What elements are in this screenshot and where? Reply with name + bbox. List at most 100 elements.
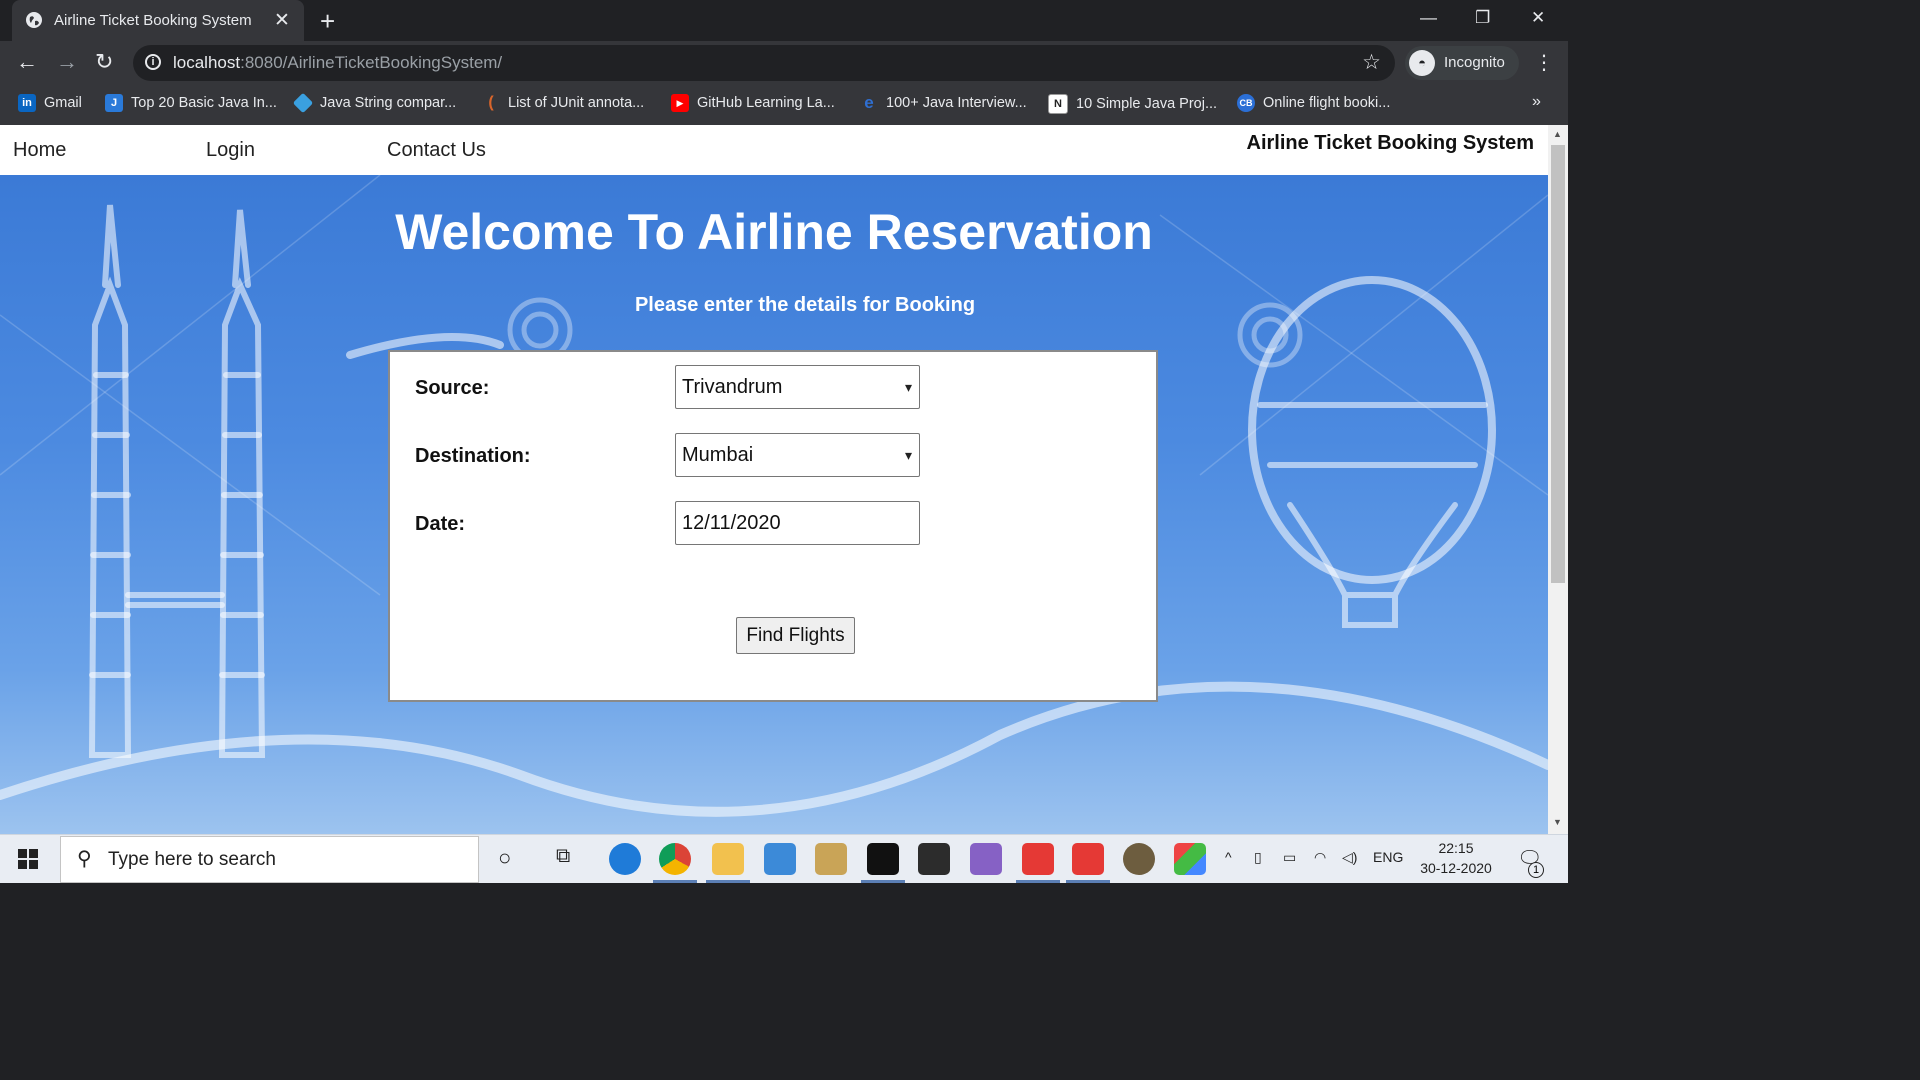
url-host: localhost [173,53,241,72]
language-indicator[interactable]: ENG [1373,849,1403,865]
scroll-up-icon[interactable]: ▲ [1553,129,1562,139]
site-brand: Airline Ticket Booking System [1246,132,1535,154]
source-value: Trivandrum [682,376,783,398]
source-label: Source: [415,377,490,399]
date-label: Date: [415,513,466,535]
url-path: :8080/AirlineTicketBookingSystem/ [240,53,503,72]
feather-icon: ( [488,94,494,111]
incognito-profile-button[interactable]: ◓ Incognito [1405,46,1519,80]
cb-icon: CB [1237,94,1255,112]
forward-arrow-icon[interactable]: → [56,51,78,73]
notification-count: 1 [1528,862,1544,878]
page-scrollbar[interactable]: ▲ ▼ [1548,125,1568,834]
bookmark-label: 100+ Java Interview... [886,95,1027,111]
destination-label: Destination: [415,445,531,467]
bookmark-item[interactable]: J Top 20 Basic Java In... [105,94,277,112]
destination-select[interactable]: Mumbai ▾ [675,433,920,477]
windows-start-icon[interactable] [18,849,38,869]
nav-contact-link[interactable]: Contact Us [387,139,486,162]
bookmark-star-icon[interactable]: ☆ [1362,50,1381,75]
java-doc-icon: J [105,94,123,112]
clock-date: 30-12-2020 [1420,860,1492,876]
clock-time: 22:15 [1438,840,1474,856]
menu-kebab-icon[interactable]: ⋮ [1534,50,1554,75]
device-icon[interactable]: ▯ [1254,849,1262,866]
store-icon[interactable] [918,843,950,875]
diamond-icon [292,92,314,114]
page-subtitle: Please enter the details for Booking [634,294,976,316]
scroll-down-icon[interactable]: ▼ [1553,817,1562,827]
linkedin-icon: in [18,94,36,112]
bookmark-label: Top 20 Basic Java In... [131,95,277,111]
file-explorer-icon[interactable] [706,843,750,883]
n-icon: N [1048,94,1068,114]
destination-value: Mumbai [682,444,754,466]
bookmark-item[interactable]: ( List of JUnit annota... [482,94,644,112]
gem-app-icon[interactable] [1174,843,1206,875]
cortana-icon[interactable]: ○ [498,845,511,871]
find-flights-button[interactable]: Find Flights [736,617,855,654]
bookmarks-bar: in Gmail J Top 20 Basic Java In... Java St… [0,85,1568,125]
mail-icon[interactable] [764,843,796,875]
wifi-icon[interactable]: ◠ [1314,849,1326,866]
battery-icon[interactable]: ▭ [1283,849,1296,866]
volume-icon[interactable]: ◁) [1342,849,1357,866]
date-input[interactable]: 12/11/2020 [675,501,920,545]
browser-tab[interactable]: Airline Ticket Booking System ✕ [12,0,304,41]
bookmark-item[interactable]: e 100+ Java Interview... [860,93,1027,112]
nav-login-link[interactable]: Login [206,139,255,162]
site-navbar: Home Login Contact Us Airline Ticket Boo… [0,125,1548,175]
profile-label: Incognito [1444,54,1505,71]
tab-close-icon[interactable]: ✕ [274,9,290,32]
booking-form: Source: Trivandrum ▾ Destination: Mumbai… [388,350,1158,702]
youtube-icon: ▶ [671,94,689,112]
minimize-icon[interactable]: — [1420,8,1437,28]
eclipse-icon[interactable] [1123,843,1155,875]
tray-expand-icon[interactable]: ^ [1225,849,1232,865]
chevron-down-icon: ▾ [904,447,912,463]
edge-icon[interactable] [609,843,641,875]
bookmark-item[interactable]: in Gmail [18,94,82,112]
chrome-icon[interactable] [653,843,697,883]
browser-toolbar: ← → ↻ i localhost:8080/AirlineTicketBook… [0,41,1568,85]
bookmarks-overflow-icon[interactable]: » [1532,93,1541,111]
new-tab-icon[interactable]: + [320,6,335,37]
nav-home-link[interactable]: Home [13,139,66,162]
git-app-icon-2[interactable] [1066,843,1110,883]
taskbar-search-box[interactable]: ⚲ Type here to search [60,836,479,883]
bookmark-label: Gmail [44,95,82,111]
site-info-icon[interactable]: i [145,54,161,70]
tools-icon[interactable] [815,843,847,875]
bookmark-item[interactable]: Java String compar... [292,92,456,114]
bookmark-item[interactable]: ▶ GitHub Learning La... [671,94,835,112]
source-select[interactable]: Trivandrum ▾ [675,365,920,409]
bookmark-item[interactable]: CB Online flight booki... [1237,94,1390,112]
task-view-icon[interactable]: ⧉ [556,845,570,868]
page-viewport: Home Login Contact Us Airline Ticket Boo… [0,125,1548,834]
e-icon: e [864,93,874,112]
browser-title-bar: Airline Ticket Booking System ✕ + — ❐ ✕ [0,0,1568,41]
intellij-icon[interactable] [861,843,905,883]
bookmark-label: Online flight booki... [1263,95,1391,111]
window-close-icon[interactable]: ✕ [1531,8,1545,28]
date-value: 12/11/2020 [682,512,781,534]
reload-icon[interactable]: ↻ [95,51,113,73]
back-arrow-icon[interactable]: ← [16,51,38,73]
bookmark-item[interactable]: N 10 Simple Java Proj... [1048,94,1217,114]
bookmark-label: 10 Simple Java Proj... [1076,96,1218,112]
globe-icon [26,12,42,28]
restore-icon[interactable]: ❐ [1475,8,1490,28]
hero-section: Welcome To Airline Reservation Please en… [0,175,1548,834]
git-app-icon[interactable] [1016,843,1060,883]
url-text: localhost:8080/AirlineTicketBookingSyste… [173,53,502,73]
tab-title: Airline Ticket Booking System [54,12,252,29]
search-placeholder: Type here to search [108,849,276,870]
scrollbar-thumb[interactable] [1551,145,1565,583]
address-bar[interactable]: i localhost:8080/AirlineTicketBookingSys… [133,45,1395,81]
visual-studio-icon[interactable] [970,843,1002,875]
bookmark-label: GitHub Learning La... [697,95,835,111]
incognito-icon: ◓ [1409,50,1435,76]
clock[interactable]: 22:15 30-12-2020 [1418,838,1494,878]
chevron-down-icon: ▾ [904,379,912,395]
bookmark-label: List of JUnit annota... [508,95,645,111]
